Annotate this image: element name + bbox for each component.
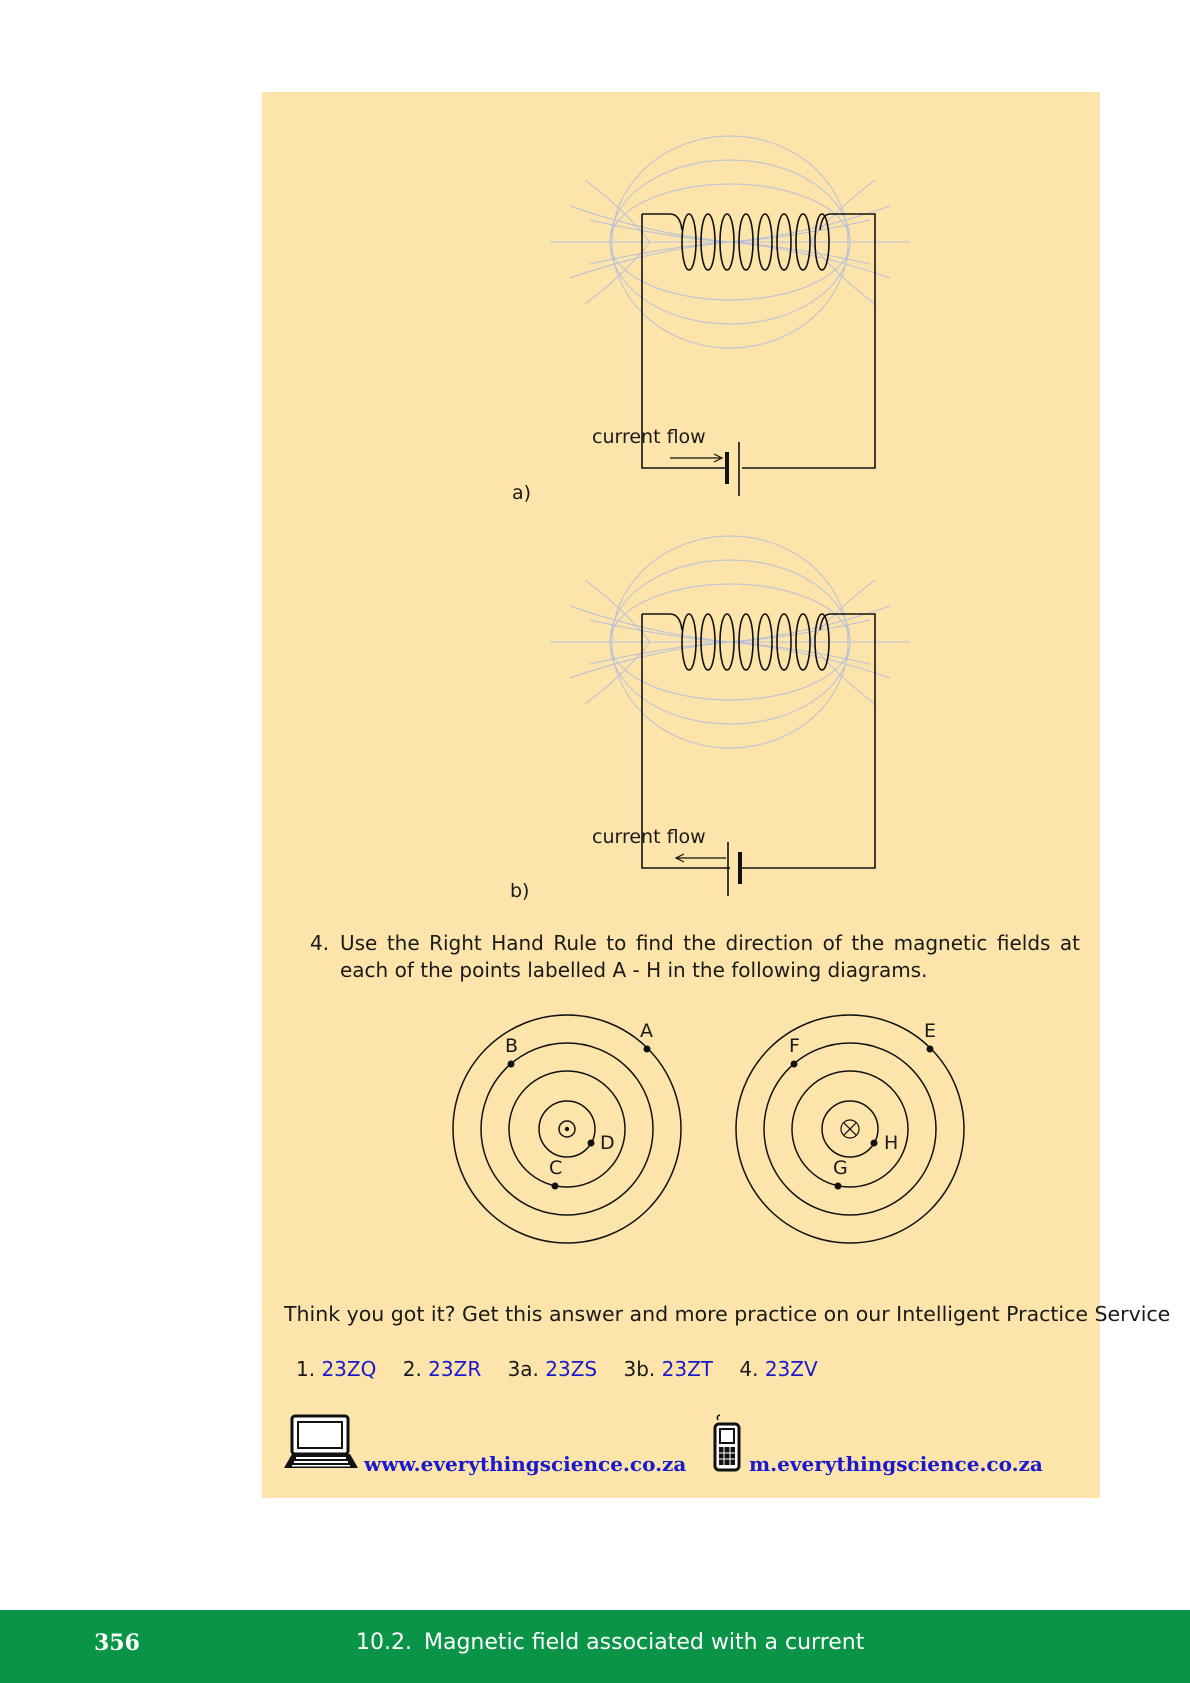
practice-code-item: 3a. 23ZS: [508, 1357, 598, 1381]
point-label-c: C: [549, 1157, 563, 1179]
section-number: 10.2.: [356, 1630, 412, 1655]
practice-code-item: 1. 23ZQ: [296, 1357, 376, 1381]
figure-b-label: b): [510, 880, 530, 902]
practice-code-link[interactable]: 23ZQ: [321, 1357, 376, 1381]
point-label-d: D: [600, 1132, 615, 1154]
practice-code-link[interactable]: 23ZR: [428, 1357, 481, 1381]
point-label-f: F: [789, 1035, 800, 1057]
figure-b-flow-label: current flow: [592, 826, 706, 848]
point-label-e: E: [924, 1020, 937, 1042]
wire-diagram-left: [452, 1014, 682, 1244]
field-lines: [550, 135, 910, 349]
solenoid-circuit-b: [550, 535, 910, 896]
figure-a-flow-label: current flow: [592, 426, 706, 448]
code-label: 2.: [402, 1357, 422, 1381]
wire-diagram-right: [735, 1014, 965, 1244]
solenoid-circuit-a: [550, 135, 910, 496]
figure-a-label: a): [512, 482, 532, 504]
section-title: Magnetic field associated with a current: [423, 1630, 865, 1655]
question-text: Use the Right Hand Rule to find the dire…: [340, 931, 1080, 982]
point-label-b: B: [505, 1035, 519, 1057]
question-number: 4.: [310, 931, 330, 955]
into-page-icon: [840, 1119, 860, 1139]
website-link[interactable]: www.everythingscience.co.za: [364, 1452, 686, 1476]
mobile-phone-icon: [713, 1414, 741, 1472]
practice-code-item: 2. 23ZR: [403, 1357, 482, 1381]
code-label: 3b.: [623, 1357, 656, 1381]
practice-code-link[interactable]: 23ZS: [545, 1357, 597, 1381]
practice-code-item: 3b. 23ZT: [624, 1357, 714, 1381]
field-lines: [550, 535, 910, 749]
practice-codes: 1. 23ZQ 2. 23ZR 3a. 23ZS 3b. 23ZT 4. 23Z…: [296, 1357, 838, 1381]
point-label-h: H: [884, 1132, 899, 1154]
point-label-g: G: [833, 1157, 848, 1179]
page-footer: 356 10.2. Magnetic field associated with …: [0, 1610, 1190, 1683]
mobile-site-link[interactable]: m.everythingscience.co.za: [749, 1452, 1043, 1476]
code-label: 3a.: [507, 1357, 539, 1381]
practice-prompt: Think you got it? Get this answer and mo…: [284, 1302, 1171, 1326]
code-label: 4.: [739, 1357, 759, 1381]
practice-code-item: 4. 23ZV: [739, 1357, 817, 1381]
section-heading: 10.2. Magnetic field associated with a cu…: [356, 1630, 876, 1655]
question-4: 4. Use the Right Hand Rule to find the d…: [310, 930, 1080, 984]
point-label-a: A: [640, 1020, 653, 1042]
code-label: 1.: [296, 1357, 316, 1381]
practice-code-link[interactable]: 23ZV: [765, 1357, 818, 1381]
practice-code-link[interactable]: 23ZT: [662, 1357, 713, 1381]
page-number: 356: [94, 1630, 140, 1656]
laptop-icon: [284, 1414, 358, 1468]
